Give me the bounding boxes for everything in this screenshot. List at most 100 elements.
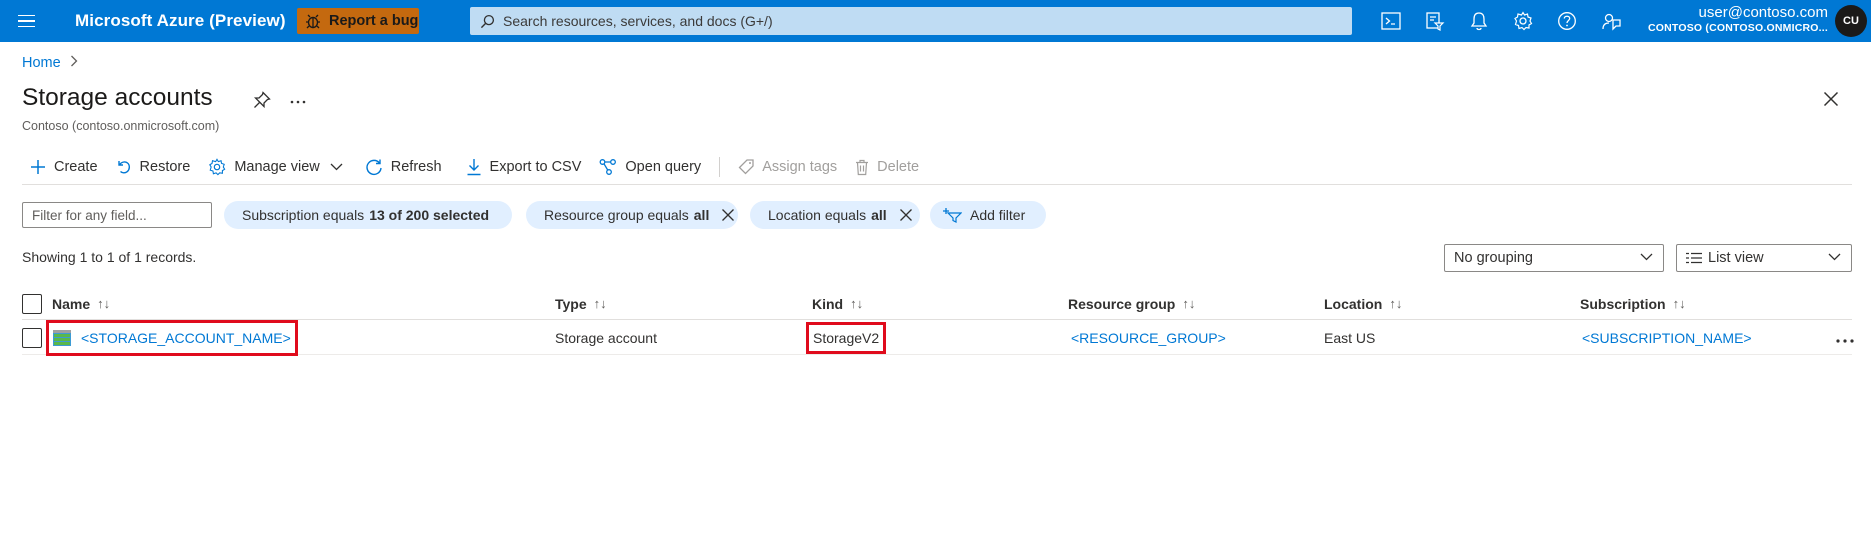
grouping-selected: No grouping	[1454, 250, 1533, 266]
gear-icon	[209, 158, 226, 176]
view-dropdown[interactable]: List view	[1676, 244, 1852, 272]
add-filter-label: Add filter	[970, 207, 1026, 223]
column-header-resource-group[interactable]: Resource group ↑↓	[1068, 288, 1195, 319]
open-query-label: Open query	[625, 159, 702, 175]
column-header-kind[interactable]: Kind ↑↓	[812, 288, 863, 319]
column-header-label: Type	[555, 295, 587, 312]
report-bug-button[interactable]: Report a bug	[297, 8, 419, 34]
resource-group-filter-pill[interactable]: Resource group equals all	[526, 201, 738, 229]
toolbar-divider	[719, 157, 721, 177]
search-icon	[480, 14, 495, 28]
grouping-dropdown[interactable]: No grouping	[1444, 244, 1664, 272]
manage-view-button[interactable]: Manage view	[208, 158, 343, 176]
open-query-button[interactable]: Open query	[599, 158, 701, 176]
location-cell: East US	[1324, 329, 1376, 346]
sort-icon: ↑↓	[97, 296, 111, 311]
command-bar: Create Restore Manage view Refresh Expor…	[22, 152, 919, 182]
sort-icon: ↑↓	[1672, 296, 1686, 311]
kind-cell: StorageV2	[806, 322, 887, 354]
portal-menu-icon[interactable]	[14, 10, 40, 32]
column-header-label: Resource group	[1068, 295, 1176, 312]
chevron-down-icon	[330, 163, 343, 171]
breadcrumb: Home	[22, 55, 78, 71]
table-row[interactable]: <STORAGE_ACCOUNT_NAME> Storage account S…	[22, 320, 1855, 356]
manage-view-label: Manage view	[234, 159, 320, 175]
directory-filter-icon[interactable]	[1424, 10, 1446, 32]
row-checkbox-cell	[22, 321, 42, 354]
column-header-name[interactable]: Name ↑↓	[52, 288, 110, 319]
create-label: Create	[54, 159, 98, 175]
sort-icon: ↑↓	[1182, 296, 1196, 311]
storage-account-link[interactable]: <STORAGE_ACCOUNT_NAME>	[81, 330, 291, 346]
column-header-location[interactable]: Location ↑↓	[1324, 288, 1402, 319]
cloud-shell-icon[interactable]	[1380, 10, 1402, 32]
select-all-checkbox[interactable]	[22, 293, 42, 314]
kind-value: StorageV2	[813, 330, 880, 346]
search-input[interactable]	[503, 13, 1343, 29]
export-csv-label: Export to CSV	[489, 159, 582, 175]
column-header-label: Subscription	[1580, 295, 1666, 312]
records-count: Showing 1 to 1 of 1 records.	[22, 249, 197, 265]
page-subtitle: Contoso (contoso.onmicrosoft.com)	[22, 119, 220, 133]
remove-filter-icon[interactable]	[721, 208, 735, 222]
brand-title[interactable]: Microsoft Azure (Preview)	[75, 11, 286, 31]
filter-input[interactable]	[22, 202, 212, 228]
bug-icon	[306, 14, 320, 29]
column-header-label: Kind	[812, 295, 844, 312]
settings-gear-icon[interactable]	[1512, 10, 1534, 32]
row-more-options-icon[interactable]	[1835, 331, 1855, 347]
trash-icon	[856, 159, 869, 175]
subscription-link[interactable]: <SUBSCRIPTION_NAME>	[1582, 330, 1752, 346]
restore-label: Restore	[139, 159, 191, 175]
restore-button[interactable]: Restore	[116, 159, 191, 175]
assign-tags-button[interactable]: Assign tags	[738, 159, 837, 175]
refresh-label: Refresh	[390, 159, 442, 175]
breadcrumb-home-link[interactable]: Home	[22, 55, 61, 71]
help-icon[interactable]	[1556, 10, 1578, 32]
notifications-bell-icon[interactable]	[1468, 10, 1490, 32]
storage-account-icon	[53, 330, 71, 346]
create-button[interactable]: Create	[30, 159, 98, 175]
location-filter-pill[interactable]: Location equals all	[750, 201, 920, 229]
close-icon[interactable]	[1823, 91, 1839, 110]
column-header-type[interactable]: Type ↑↓	[555, 288, 607, 319]
select-all-checkbox-cell	[22, 288, 42, 319]
column-header-label: Location	[1324, 295, 1383, 312]
pin-icon[interactable]	[253, 91, 271, 112]
sort-icon: ↑↓	[593, 296, 607, 311]
account-menu[interactable]: user@contoso.com CONTOSO (CONTOSO.ONMICR…	[1648, 4, 1828, 35]
resource-group-link[interactable]: <RESOURCE_GROUP>	[1071, 330, 1226, 346]
tag-icon	[738, 159, 754, 175]
add-filter-button[interactable]: Add filter	[930, 201, 1046, 229]
column-header-subscription[interactable]: Subscription ↑↓	[1580, 288, 1686, 319]
avatar[interactable]: CU	[1835, 5, 1867, 37]
feedback-icon[interactable]	[1600, 10, 1622, 32]
column-header-label: Name	[52, 295, 91, 312]
remove-filter-icon[interactable]	[899, 208, 913, 222]
page-title: Storage accounts	[22, 84, 213, 111]
row-checkbox[interactable]	[22, 327, 42, 348]
chevron-down-icon	[1640, 253, 1653, 261]
plus-icon	[31, 160, 45, 174]
sort-icon: ↑↓	[1389, 296, 1403, 311]
name-highlight-box: <STORAGE_ACCOUNT_NAME>	[46, 320, 298, 356]
add-filter-icon	[943, 208, 962, 223]
global-search[interactable]	[470, 7, 1352, 35]
list-view-icon	[1686, 252, 1702, 264]
download-icon	[467, 159, 481, 176]
subscription-filter-value: 13 of 200 selected	[369, 207, 490, 223]
subscription-filter-label: Subscription equals	[242, 207, 365, 223]
delete-label: Delete	[877, 159, 920, 175]
sort-icon: ↑↓	[850, 296, 864, 311]
subscription-filter-pill[interactable]: Subscription equals 13 of 200 selected	[224, 201, 512, 229]
refresh-button[interactable]: Refresh	[365, 158, 442, 176]
resource-group-filter-label: Resource group equals	[544, 207, 689, 223]
more-options-icon[interactable]	[289, 92, 307, 110]
user-email: user@contoso.com	[1698, 4, 1828, 21]
report-bug-label: Report a bug	[329, 13, 419, 29]
delete-button[interactable]: Delete	[855, 159, 919, 176]
restore-icon	[117, 161, 130, 174]
refresh-icon	[366, 159, 382, 176]
export-csv-button[interactable]: Export to CSV	[466, 158, 582, 176]
table-header: Name ↑↓ Type ↑↓ Kind ↑↓ Resource group ↑…	[22, 288, 1852, 320]
